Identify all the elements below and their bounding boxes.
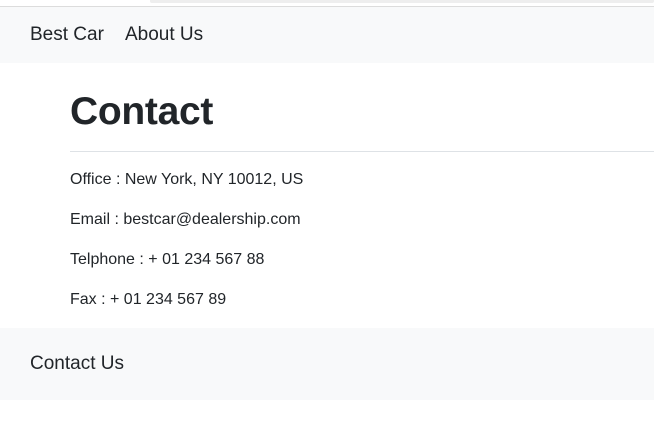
browser-top-strip — [0, 0, 654, 7]
footer-contact-us-link[interactable]: Contact Us — [30, 352, 124, 376]
footer-bar: Contact Us — [0, 328, 654, 400]
top-navbar: Best Car About Us — [0, 7, 654, 63]
page-title: Contact — [70, 90, 214, 133]
top-strip-bar — [150, 0, 654, 3]
brand-link[interactable]: Best Car — [30, 23, 104, 47]
fax-text: Fax : + 01 234 567 89 — [70, 291, 227, 308]
office-address-text: Office : New York, NY 10012, US — [70, 171, 304, 188]
nav-link-about-us[interactable]: About Us — [125, 23, 203, 47]
title-divider — [70, 151, 654, 152]
email-text: Email : bestcar@dealership.com — [70, 211, 301, 228]
telephone-text: Telphone : + 01 234 567 88 — [70, 251, 265, 268]
